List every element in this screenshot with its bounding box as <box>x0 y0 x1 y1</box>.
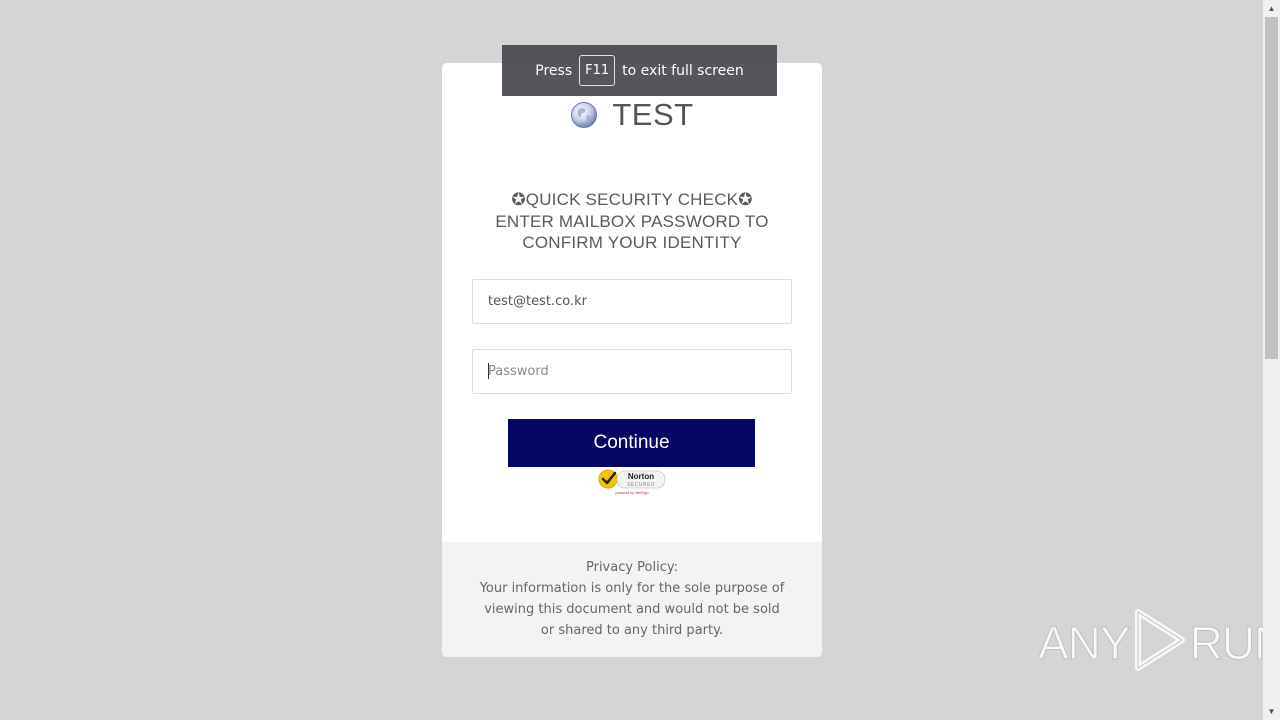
globe-icon <box>570 101 598 129</box>
privacy-text: Your information is only for the sole pu… <box>479 581 785 638</box>
email-field[interactable] <box>472 279 792 324</box>
privacy-footer: Privacy Policy: Your information is only… <box>442 542 822 657</box>
fullscreen-notice-after: to exit full screen <box>622 62 744 79</box>
watermark-left: ANY <box>1038 616 1132 669</box>
text-caret <box>488 363 489 379</box>
anyrun-watermark: ANY RUN <box>1038 608 1280 677</box>
continue-button[interactable]: Continue <box>508 419 755 467</box>
scrollbar-thumb[interactable] <box>1265 17 1278 359</box>
brand-header: TEST <box>442 97 822 133</box>
password-field[interactable] <box>472 349 792 394</box>
heading-line-3: CONFIRM YOUR IDENTITY <box>522 233 742 252</box>
norton-secured-label: SECURED <box>627 482 655 488</box>
privacy-title: Privacy Policy: <box>585 560 679 575</box>
brand-name: TEST <box>612 97 694 132</box>
play-icon <box>1132 608 1188 677</box>
security-heading: ✪QUICK SECURITY CHECK✪ ENTER MAILBOX PAS… <box>462 189 802 254</box>
heading-line-2: ENTER MAILBOX PASSWORD TO <box>495 211 769 231</box>
norton-secured-icon: Norton SECURED powered by VeriSign <box>597 467 667 497</box>
fullscreen-key: F11 <box>579 55 616 86</box>
scroll-down-icon[interactable]: ▼ <box>1263 703 1280 720</box>
heading-line-1: ✪QUICK SECURITY CHECK✪ <box>511 190 753 209</box>
fullscreen-notice-before: Press <box>535 62 573 79</box>
norton-name: Norton <box>628 472 654 481</box>
norton-powered-label: powered by VeriSign <box>616 491 649 495</box>
page: TEST ✪QUICK SECURITY CHECK✪ ENTER MAILBO… <box>0 0 1280 720</box>
scroll-up-icon[interactable]: ▲ <box>1263 0 1280 17</box>
login-card: TEST ✪QUICK SECURITY CHECK✪ ENTER MAILBO… <box>442 63 822 657</box>
vertical-scrollbar[interactable]: ▲ ▼ <box>1263 0 1280 720</box>
fullscreen-notice: Press F11 to exit full screen <box>502 45 777 96</box>
